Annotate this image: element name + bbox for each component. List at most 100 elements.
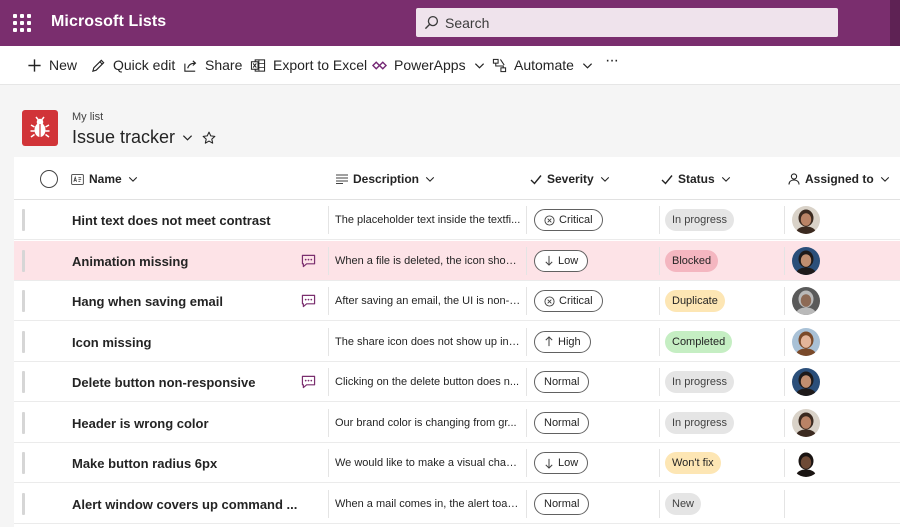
- table-header: Name Description Severity Status Assigne…: [14, 157, 900, 200]
- favorite-star-icon[interactable]: [202, 131, 216, 145]
- suite-bar-edge: [890, 0, 900, 46]
- column-header-description[interactable]: Description: [336, 172, 435, 186]
- circle-x-icon: [544, 295, 555, 307]
- circle-x-icon: [544, 214, 555, 226]
- severity-label: Critical: [559, 295, 593, 307]
- column-divider: [328, 206, 329, 234]
- avatar[interactable]: [792, 246, 820, 275]
- issue-name[interactable]: Delete button non-responsive: [72, 375, 255, 390]
- column-divider: [659, 246, 660, 275]
- chevron-down-icon: [600, 176, 609, 182]
- avatar[interactable]: [792, 368, 820, 396]
- column-divider: [659, 408, 660, 437]
- column-divider: [784, 327, 785, 356]
- comment-icon[interactable]: [301, 254, 316, 268]
- row-selector[interactable]: [22, 290, 25, 312]
- row-selector[interactable]: [22, 209, 25, 231]
- status-badge: In progress: [665, 411, 735, 434]
- automate-label: Automate: [514, 57, 574, 73]
- column-description-label: Description: [353, 172, 420, 186]
- issue-name[interactable]: Alert window covers up command ...: [72, 497, 297, 512]
- search-box[interactable]: Search: [416, 8, 838, 37]
- plus-icon: [28, 58, 41, 72]
- arrow-down-icon: [545, 458, 553, 469]
- check-icon: [530, 174, 542, 185]
- list-title[interactable]: Issue tracker: [72, 127, 216, 148]
- quick-edit-button[interactable]: Quick edit: [91, 57, 175, 73]
- row-selector[interactable]: [22, 249, 25, 272]
- issue-name[interactable]: Hint text does not meet contrast: [72, 213, 271, 228]
- issue-description: We would like to make a visual chan...: [335, 457, 521, 469]
- severity-badge: Normal: [534, 411, 590, 434]
- chevron-down-icon[interactable]: [182, 132, 193, 143]
- chevron-down-icon: [880, 176, 889, 182]
- automate-button[interactable]: Automate: [492, 57, 593, 73]
- new-label: New: [49, 57, 78, 73]
- export-excel-button[interactable]: Export to Excel: [250, 57, 367, 73]
- breadcrumb[interactable]: My list: [72, 111, 103, 123]
- issue-name[interactable]: Header is wrong color: [72, 416, 209, 431]
- table-row[interactable]: Animation missing When a file is deleted,…: [14, 240, 900, 281]
- issue-name[interactable]: Make button radius 6px: [72, 456, 217, 471]
- row-selector[interactable]: [22, 492, 25, 515]
- table-row[interactable]: Hint text does not meet contrast The plac…: [14, 200, 900, 240]
- search-placeholder: Search: [445, 15, 490, 31]
- column-divider: [784, 246, 785, 275]
- share-button[interactable]: Share: [183, 57, 242, 73]
- app-launcher-icon[interactable]: [13, 14, 31, 32]
- table-row[interactable]: Icon missing The share icon does not show…: [14, 322, 900, 362]
- issue-description: Our brand color is changing from gr...: [335, 416, 517, 429]
- column-status-label: Status: [678, 172, 715, 186]
- text-field-icon: [71, 173, 84, 185]
- column-header-assigned[interactable]: Assigned to: [788, 172, 890, 186]
- app-title[interactable]: Microsoft Lists: [51, 13, 166, 31]
- issue-description: When a file is deleted, the icon shoul..…: [335, 254, 521, 267]
- excel-icon: [250, 58, 266, 72]
- avatar[interactable]: [792, 449, 820, 477]
- issue-name[interactable]: Icon missing: [72, 335, 151, 350]
- column-divider: [328, 368, 329, 396]
- column-header-name[interactable]: Name: [71, 172, 138, 186]
- avatar[interactable]: [792, 327, 820, 356]
- avatar[interactable]: [792, 287, 820, 315]
- column-divider: [526, 368, 527, 396]
- comment-icon[interactable]: [301, 294, 316, 308]
- severity-label: Low: [558, 254, 579, 267]
- column-divider: [784, 408, 785, 437]
- check-icon: [661, 174, 673, 185]
- row-selector[interactable]: [22, 411, 25, 434]
- column-divider: [328, 246, 329, 275]
- issue-name[interactable]: Animation missing: [72, 254, 188, 269]
- quick-edit-label: Quick edit: [113, 57, 176, 73]
- column-header-status[interactable]: Status: [661, 172, 731, 186]
- select-all-checkbox[interactable]: [40, 170, 58, 188]
- row-selector[interactable]: [22, 452, 25, 474]
- table-row[interactable]: Header is wrong color Our brand color is …: [14, 403, 900, 443]
- table-row[interactable]: Delete button non-responsive Clicking on …: [14, 362, 900, 402]
- avatar[interactable]: [792, 206, 820, 234]
- avatar[interactable]: [792, 408, 820, 437]
- chevron-down-icon: [582, 62, 592, 69]
- table-row[interactable]: Hang when saving email After saving an em…: [14, 281, 900, 321]
- table-row[interactable]: Make button radius 6px We would like to m…: [14, 443, 900, 483]
- table-row[interactable]: Alert window covers up command ... When a…: [14, 484, 900, 524]
- issue-name[interactable]: Hang when saving email: [72, 294, 223, 309]
- pencil-icon: [92, 59, 105, 72]
- comment-icon[interactable]: [301, 375, 316, 389]
- column-divider: [328, 489, 329, 518]
- column-divider: [784, 489, 785, 518]
- column-divider: [659, 368, 660, 396]
- row-selector[interactable]: [22, 330, 25, 353]
- severity-badge: Low: [534, 249, 589, 272]
- severity-badge: Normal: [534, 371, 590, 393]
- row-selector[interactable]: [22, 371, 25, 393]
- column-header-severity[interactable]: Severity: [530, 172, 610, 186]
- column-divider: [526, 327, 527, 356]
- more-options-button[interactable]: ···: [605, 52, 619, 70]
- automate-icon: [492, 58, 507, 72]
- export-label: Export to Excel: [273, 57, 368, 73]
- new-button[interactable]: New: [27, 57, 77, 73]
- column-divider: [659, 287, 660, 315]
- column-name-label: Name: [89, 172, 122, 186]
- powerapps-button[interactable]: PowerApps: [372, 57, 485, 73]
